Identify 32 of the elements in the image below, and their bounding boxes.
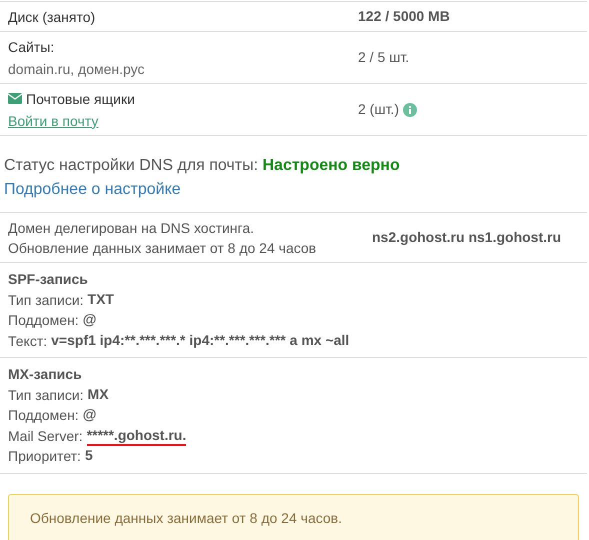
mail-link[interactable]: Войти в почту [8,110,98,132]
field-value: @ [82,310,96,329]
row-subtext: domain.ru, домен.рус [8,60,146,79]
field-value: MX [88,384,109,404]
row-label: Сайты: [8,38,56,56]
field-label: Mail Server: [8,426,83,446]
row-label: Почтовые ящики [26,90,135,109]
field-label: Приоритет: [8,447,81,466]
info-text: Домен делегирован на DNS хостинга. [8,218,256,238]
row-label: Диск (занято) [8,8,96,27]
row-value: 2 (шт.) [358,100,399,119]
field-label: Поддомен: [8,406,79,425]
field-label: Тип записи: [8,386,84,404]
field-value: TXT [88,290,114,308]
field-label: Поддомен: [8,311,79,330]
details-link[interactable]: Подробнее о настройке [4,178,181,202]
record-title: SPF-запись [8,270,88,289]
field-label: Текст: [8,332,48,350]
field-value: 5 [84,446,93,465]
field-value: v=spf1 ip4:**.***.***.* ip4:**.***.***.*** a mx ~all [51,330,350,350]
row-value: 122 / 5000 MB [358,7,450,26]
row-value: 2 / 5 шт. [358,48,410,67]
field-value: @ [82,405,96,424]
info-text: Обновление данных занимает от 8 до 24 часов [8,238,318,258]
field-value: *****.gohost.ru. [86,426,186,446]
info-icon[interactable] [402,102,417,116]
field-label: Тип записи: [8,290,84,310]
dns-status-text: Статус настройки DNS для почты: Настроено верно [4,156,401,176]
name-servers: ns2.gohost.ru ns1.gohost.ru [372,228,562,247]
record-title: MX-запись [8,365,82,384]
alert-message: Обновление данных занимает от 8 до 24 часов. [8,494,579,540]
envelope-icon [8,93,22,104]
